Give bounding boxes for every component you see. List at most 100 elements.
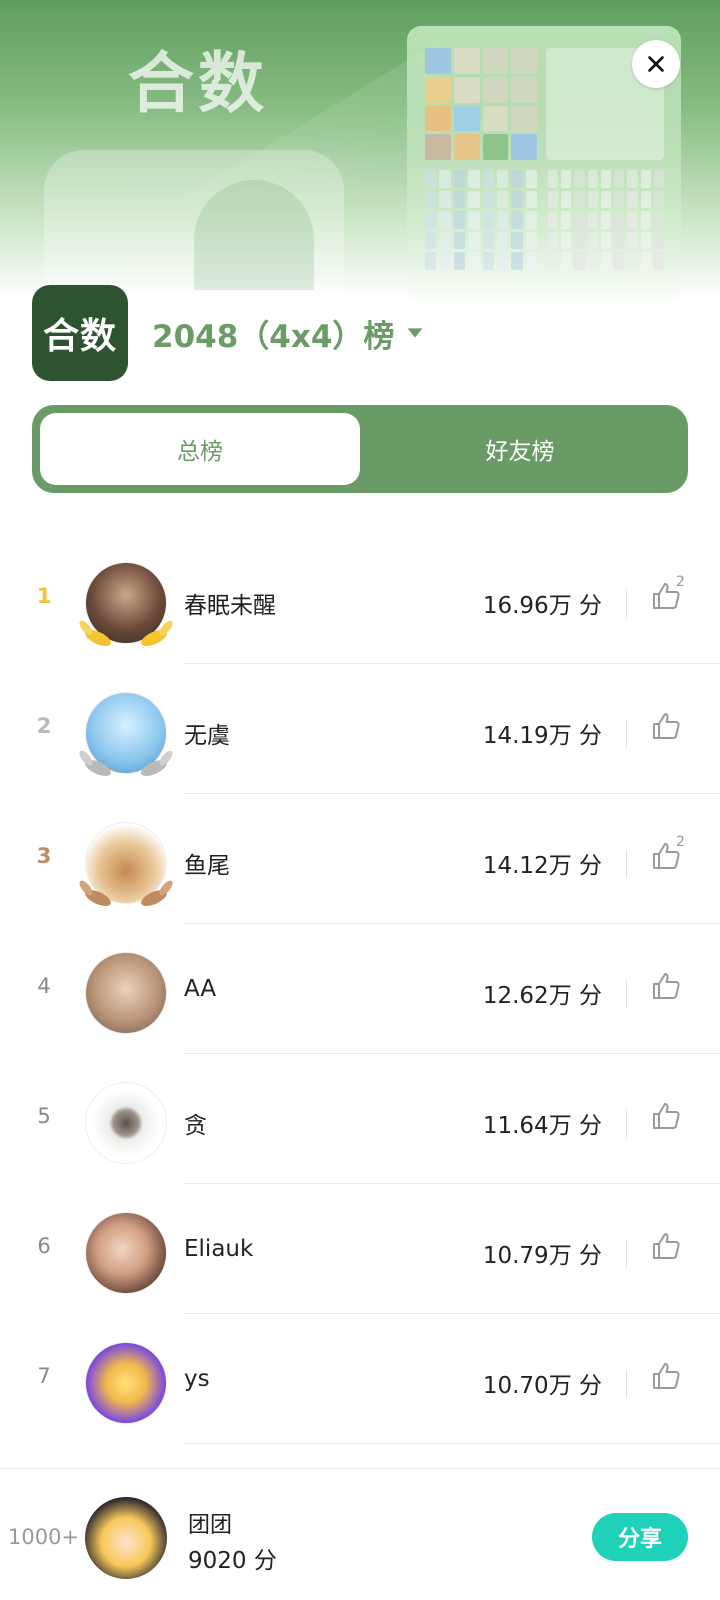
preview-cell xyxy=(425,190,437,209)
caret-down-icon xyxy=(408,328,423,338)
player-name: Eliauk xyxy=(184,1236,254,1262)
close-icon xyxy=(648,56,664,72)
rank-number: 1 xyxy=(36,584,52,608)
like-button[interactable] xyxy=(650,1360,684,1394)
preview-cell xyxy=(587,170,598,188)
preview-cell xyxy=(496,170,509,188)
preview-cell xyxy=(511,231,523,250)
hero-title: 合数 xyxy=(128,45,268,122)
preview-cell xyxy=(574,252,585,270)
my-rank-number: 1000+ xyxy=(8,1525,80,1549)
preview-cell xyxy=(640,252,651,270)
preview-cell xyxy=(561,170,572,188)
hero-illustration xyxy=(44,150,344,300)
preview-cell xyxy=(468,211,480,229)
preview-cell xyxy=(425,170,437,188)
player-score: 10.79万 分 xyxy=(482,1243,602,1269)
thumbs-up-icon xyxy=(653,973,680,999)
preview-cell xyxy=(561,252,572,270)
preview-cell xyxy=(482,170,494,188)
preview-cell xyxy=(600,170,612,188)
preview-cell xyxy=(439,211,451,229)
preview-cell xyxy=(653,170,664,188)
divider xyxy=(626,980,627,1008)
gold-laurel-icon xyxy=(79,620,173,647)
like-count: 2 xyxy=(676,574,685,590)
rank-number: 3 xyxy=(36,844,52,868)
preview-cell xyxy=(482,252,494,270)
preview-cell xyxy=(627,231,638,250)
player-score: 12.62万 分 xyxy=(482,983,602,1009)
preview-cell xyxy=(439,190,451,209)
game-logo: 合数 xyxy=(32,285,128,381)
player-name: ys xyxy=(184,1366,210,1392)
preview-cell xyxy=(468,190,480,209)
like-button[interactable] xyxy=(650,710,684,744)
avatar xyxy=(85,952,167,1034)
preview-cell xyxy=(574,211,585,229)
divider xyxy=(626,850,627,878)
my-score: 9020 分 xyxy=(188,1548,277,1574)
list-item[interactable]: 7 ys 10.70万 分 xyxy=(0,1314,720,1444)
preview-cell xyxy=(453,252,466,270)
tab-friends[interactable]: 好友榜 xyxy=(360,413,680,485)
board-selector-label: 2048（4x4）榜 xyxy=(152,318,395,355)
preview-cell xyxy=(525,170,537,188)
close-button[interactable] xyxy=(632,40,680,88)
preview-cell xyxy=(425,231,437,250)
preview-cell xyxy=(548,211,559,229)
divider xyxy=(626,1370,627,1398)
player-name: 鱼尾 xyxy=(184,853,230,879)
avatar xyxy=(85,1082,167,1164)
preview-cell xyxy=(548,170,559,188)
preview-cell xyxy=(468,170,480,188)
preview-cell xyxy=(468,252,480,270)
list-item[interactable]: 4 AA 12.62万 分 xyxy=(0,924,720,1054)
silver-laurel-icon xyxy=(79,750,173,777)
player-name: 无虞 xyxy=(184,723,230,749)
preview-cell xyxy=(614,190,625,209)
preview-cell xyxy=(653,231,664,250)
avatar xyxy=(85,1212,167,1294)
board-selector[interactable]: 2048（4x4）榜 xyxy=(152,310,426,356)
preview-cell xyxy=(548,231,559,250)
preview-cell xyxy=(525,231,537,250)
preview-cell xyxy=(653,252,664,270)
player-name: AA xyxy=(184,976,217,1002)
preview-cell xyxy=(640,231,651,250)
like-button[interactable] xyxy=(650,970,684,1004)
preview-cell xyxy=(600,252,612,270)
list-item[interactable]: 3 鱼尾 14.12万 分 2 xyxy=(0,794,720,924)
tab-overall[interactable]: 总榜 xyxy=(40,413,360,485)
preview-cell xyxy=(496,211,509,229)
thumbs-up-icon xyxy=(653,713,680,739)
player-name: 春眠未醒 xyxy=(184,593,276,619)
preview-cell xyxy=(525,252,537,270)
list-item[interactable]: 6 Eliauk 10.79万 分 xyxy=(0,1184,720,1314)
preview-cell xyxy=(627,211,638,229)
my-name: 团团 xyxy=(188,1513,233,1538)
share-button[interactable]: 分享 xyxy=(592,1513,688,1561)
list-item[interactable]: 2 无虞 14.19万 分 xyxy=(0,664,720,794)
preview-cell xyxy=(587,190,598,209)
preview-cell xyxy=(561,190,572,209)
list-item[interactable]: 5 贪 11.64万 分 xyxy=(0,1054,720,1184)
like-button[interactable] xyxy=(650,1230,684,1264)
preview-cell xyxy=(439,231,451,250)
preview-2048-grid xyxy=(425,48,537,160)
preview-cell xyxy=(600,211,612,229)
preview-cell xyxy=(453,190,466,209)
list-item[interactable]: 1 春眠未醒 16.96万 分 2 xyxy=(0,534,720,664)
preview-cell xyxy=(525,211,537,229)
rank-number: 5 xyxy=(37,1104,51,1128)
preview-cell xyxy=(439,170,451,188)
preview-cell xyxy=(548,252,559,270)
thumbs-up-icon xyxy=(653,1363,680,1389)
leaderboard-tab-switch: 总榜 好友榜 xyxy=(32,405,688,493)
like-button[interactable] xyxy=(650,1100,684,1134)
player-score: 11.64万 分 xyxy=(482,1113,602,1139)
preview-cell xyxy=(640,170,651,188)
rank-number: 4 xyxy=(37,974,51,998)
preview-cell xyxy=(627,252,638,270)
thumbs-up-icon xyxy=(653,1233,680,1259)
